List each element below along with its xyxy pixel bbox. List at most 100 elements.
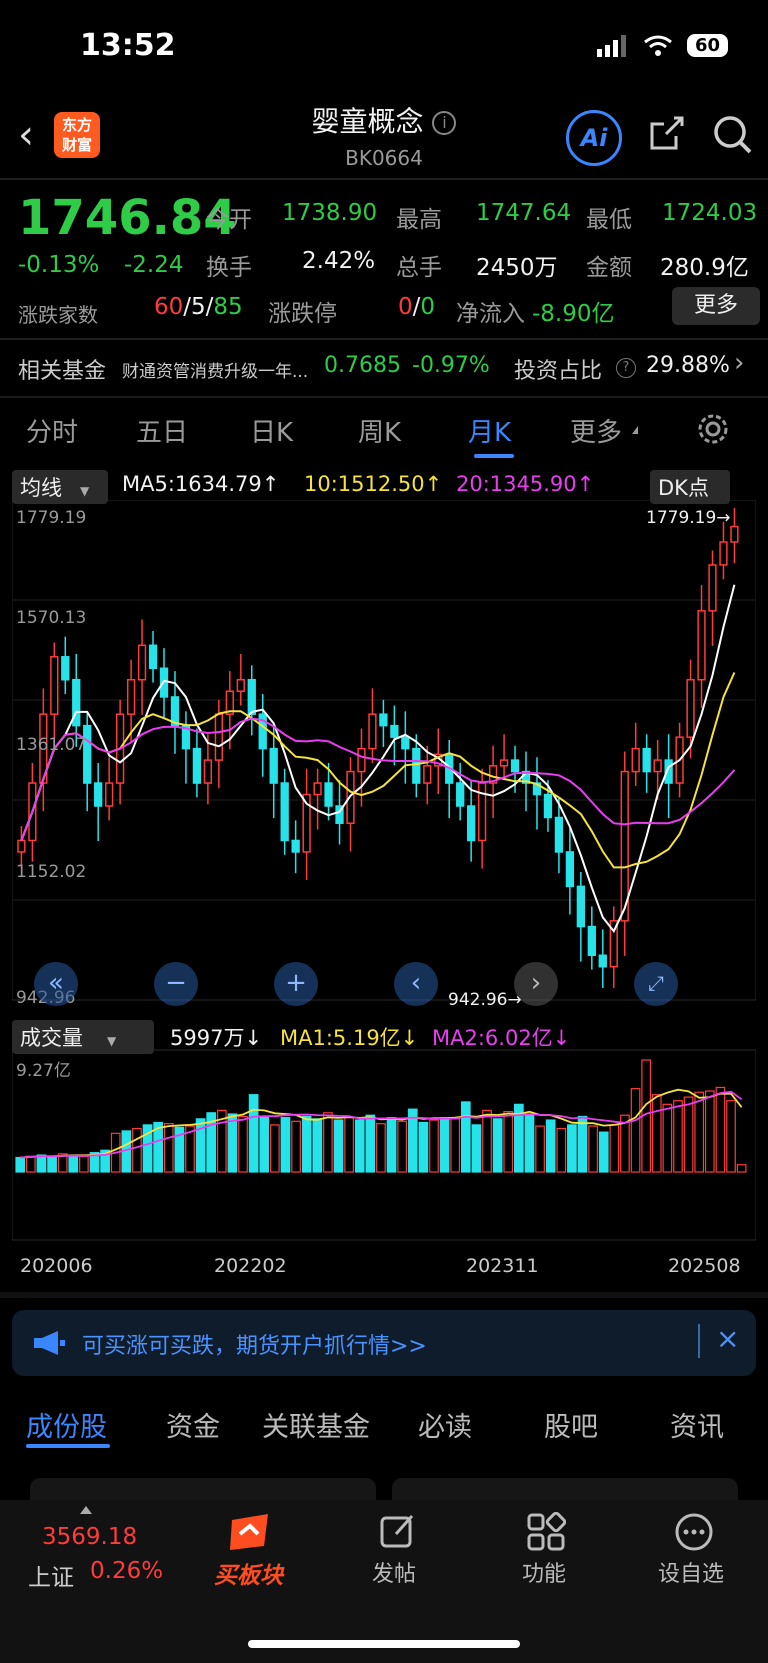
expand-up-icon[interactable] — [80, 1506, 92, 1514]
x-label-2: 202202 — [214, 1255, 287, 1277]
volume-bar — [471, 1124, 482, 1173]
tab-forum[interactable]: 股吧 — [544, 1405, 598, 1444]
index-pct[interactable]: 0.26% — [90, 1558, 163, 1584]
breadth-values: 60/5/85 — [154, 294, 243, 320]
chevron-right-icon[interactable]: › — [734, 348, 744, 378]
tab-constituents[interactable]: 成份股 — [26, 1405, 107, 1444]
candle-body — [50, 656, 59, 715]
candle-body — [653, 759, 662, 773]
ai-button[interactable]: Ai — [566, 110, 622, 166]
ma-select[interactable]: 均线 ▼ — [12, 470, 108, 504]
candle-body — [17, 839, 26, 853]
tab-must-read[interactable]: 必读 — [418, 1405, 472, 1444]
candle-body — [137, 644, 147, 681]
tab-intraday[interactable]: 分时 — [26, 412, 78, 449]
high-label: 最高 — [396, 207, 442, 233]
volume-bar — [429, 1119, 439, 1173]
volume-bar — [280, 1117, 291, 1173]
high-marker: 1779.19→ — [646, 508, 731, 528]
volume-select[interactable]: 成交量 ▼ — [12, 1020, 154, 1054]
fullscreen-icon[interactable]: ⤢ — [634, 962, 678, 1006]
close-icon[interactable]: × — [716, 1322, 739, 1355]
candle-body — [719, 541, 728, 566]
tab-more[interactable]: 更多 — [570, 412, 622, 449]
home-indicator — [248, 1640, 520, 1648]
candle-body — [61, 656, 70, 681]
zoom-in-icon[interactable]: + — [274, 962, 318, 1006]
add-watchlist-label[interactable]: 设自选 — [658, 1556, 724, 1588]
buy-block-label[interactable]: 买板块 — [214, 1556, 283, 1590]
post-edit-icon[interactable] — [378, 1512, 418, 1552]
tab-weekly-k[interactable]: 周K — [358, 412, 401, 449]
functions-label[interactable]: 功能 — [522, 1556, 566, 1588]
volume-bar — [376, 1123, 386, 1173]
candle-body — [631, 747, 640, 773]
open-label: 今开 — [206, 207, 252, 233]
search-icon[interactable] — [712, 114, 754, 156]
post-label[interactable]: 发帖 — [372, 1556, 416, 1588]
status-icons: 60 — [596, 34, 728, 57]
scroll-left-icon[interactable]: ‹ — [394, 962, 438, 1006]
index-name[interactable]: 上证 — [28, 1558, 74, 1592]
volume-bar — [450, 1118, 461, 1173]
candle-body — [423, 765, 432, 784]
candle-body — [708, 564, 717, 612]
dk-label: DK点 — [658, 476, 709, 500]
k-line-chart[interactable] — [12, 500, 756, 1300]
candle-body — [686, 678, 695, 738]
y-tick-4: 1152.02 — [16, 862, 87, 882]
tab-daily-k[interactable]: 日K — [250, 412, 293, 449]
tab-news[interactable]: 资讯 — [670, 1405, 724, 1444]
functions-grid-icon[interactable] — [526, 1512, 566, 1552]
volume-bar — [344, 1117, 354, 1173]
scroll-right-icon[interactable]: › — [514, 962, 558, 1006]
low-value: 1724.03 — [662, 200, 758, 226]
candle-body — [499, 759, 509, 767]
tab-related-funds[interactable]: 关联基金 — [262, 1405, 370, 1444]
volume-bar — [651, 1094, 662, 1173]
more-button[interactable]: 更多 — [672, 287, 760, 325]
change-value: -2.24 — [124, 252, 184, 278]
scroll-left-fast-icon[interactable]: « — [34, 962, 78, 1006]
dropdown-arrow-icon: ▼ — [107, 1034, 117, 1048]
up-count: 60 — [154, 294, 184, 320]
settings-gear-icon[interactable] — [696, 412, 730, 446]
volume-bar — [132, 1127, 142, 1173]
candle-body — [269, 747, 278, 784]
low-label: 最低 — [586, 207, 632, 233]
caret-icon — [632, 426, 638, 434]
help-icon[interactable]: ? — [616, 358, 636, 378]
volume-bar — [333, 1119, 344, 1173]
dk-point-select[interactable]: DK点 — [650, 470, 730, 504]
fund-nav: 0.7685 — [324, 353, 401, 378]
buy-block-icon[interactable] — [226, 1512, 276, 1552]
fund-name[interactable]: 财通资管消费升级一年... — [122, 357, 308, 382]
volume-value: 2450万 — [476, 255, 558, 281]
ma20-readout: 20:1345.90↑ — [456, 472, 595, 496]
candle-body — [368, 713, 377, 750]
tab-funds-flow[interactable]: 资金 — [166, 1405, 220, 1444]
candle-body — [510, 759, 520, 773]
limit-values: 0/0 — [398, 294, 436, 320]
candle-body — [401, 736, 410, 750]
candle-body — [324, 782, 333, 807]
candle-body — [379, 713, 388, 727]
add-watchlist-icon[interactable] — [674, 1512, 714, 1552]
info-icon[interactable]: i — [432, 111, 457, 135]
high-value: 1747.64 — [476, 200, 572, 226]
index-value[interactable]: 3569.18 — [42, 1524, 137, 1550]
candle-body — [543, 793, 553, 819]
volume-bar — [259, 1115, 270, 1173]
zoom-out-icon[interactable]: − — [154, 962, 198, 1006]
signal-icon — [596, 34, 626, 57]
tab-monthly-k[interactable]: 月K — [468, 412, 511, 449]
futures-banner[interactable]: 可买涨可买跌，期货开户抓行情>> × — [12, 1310, 756, 1376]
limit-label: 涨跌停 — [268, 301, 337, 327]
volume-bar — [567, 1124, 577, 1173]
share-icon[interactable] — [646, 114, 686, 154]
tab-five-day[interactable]: 五日 — [136, 412, 188, 449]
breadth-label: 涨跌家数 — [18, 303, 98, 327]
open-value: 1738.90 — [282, 200, 378, 226]
amount-label: 金额 — [586, 255, 632, 281]
fund-label: 相关基金 — [18, 359, 107, 384]
